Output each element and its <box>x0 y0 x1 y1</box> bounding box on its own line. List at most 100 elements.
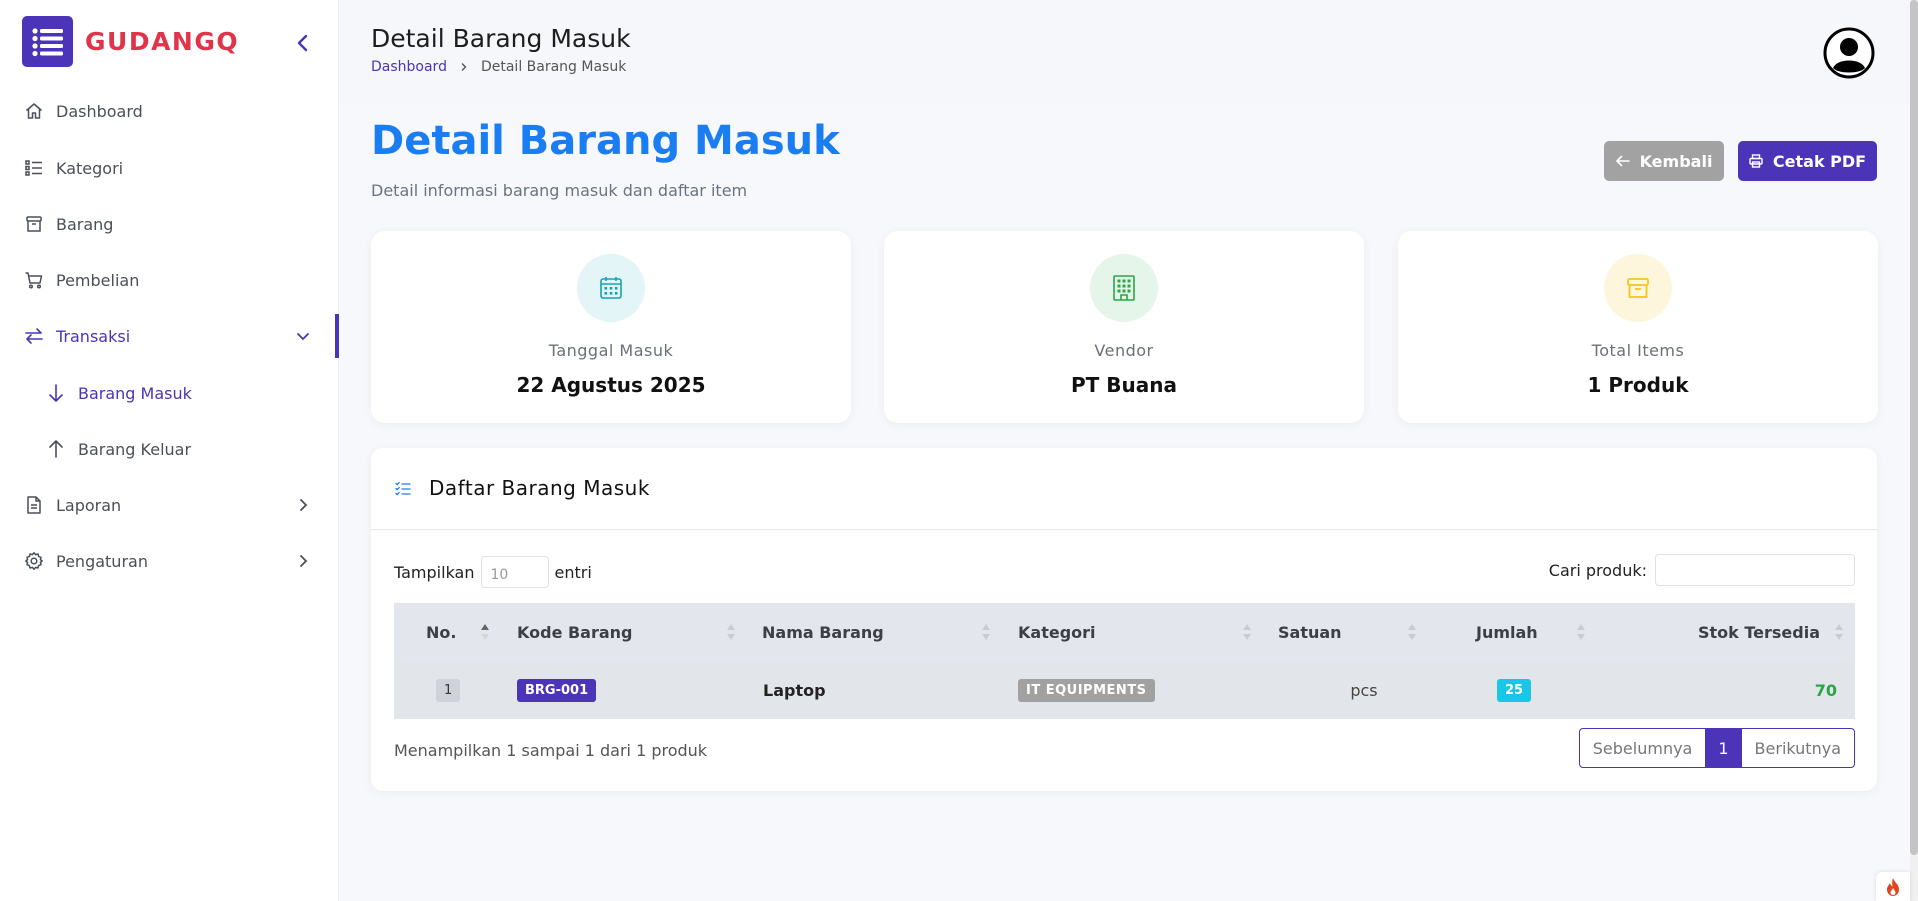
column-header-label: No. <box>426 622 457 642</box>
header-title: Detail Barang Masuk <box>371 24 631 53</box>
sidebar-item-label: Pengaturan <box>56 551 148 571</box>
length-suffix: entri <box>554 562 592 582</box>
sidebar-item-laporan[interactable]: Laporan <box>0 483 339 527</box>
sidebar-item-pengaturan[interactable]: Pengaturan <box>0 539 339 583</box>
column-header-jumlah[interactable]: Jumlah <box>1476 603 1576 661</box>
gear-icon <box>25 552 43 570</box>
exchange-icon <box>25 328 43 344</box>
sidebar-item-label: Dashboard <box>56 101 143 121</box>
sidebar-item-kategori[interactable]: Kategori <box>0 146 339 190</box>
column-header-label: Jumlah <box>1476 622 1538 642</box>
search-label: Cari produk: <box>1548 560 1647 580</box>
column-header-label: Kode Barang <box>517 622 633 642</box>
sidebar-item-label: Pembelian <box>56 270 140 290</box>
sort-icon <box>1835 624 1843 640</box>
print-pdf-button[interactable]: Cetak PDF <box>1738 141 1877 181</box>
table-row[interactable]: 1 BRG-001 Laptop IT EQUIPMENTS pcs 25 70 <box>394 661 1855 719</box>
column-header-satuan[interactable]: Satuan <box>1278 603 1428 661</box>
sidebar-subitem-barang-keluar[interactable]: Barang Keluar <box>0 427 339 471</box>
column-header-label: Nama Barang <box>762 622 884 642</box>
breadcrumb: Dashboard Detail Barang Masuk <box>371 59 626 75</box>
sidebar-subitem-barang-masuk[interactable]: Barang Masuk <box>0 371 339 415</box>
pagination-page-1[interactable]: 1 <box>1705 729 1741 767</box>
arrow-left-icon <box>1615 155 1630 167</box>
sort-icon <box>982 624 990 640</box>
items-table-panel: Daftar Barang Masuk Tampilkan 10 entri C… <box>371 448 1877 791</box>
back-button-label: Kembali <box>1639 151 1713 171</box>
sort-icon <box>727 624 735 640</box>
search-input[interactable] <box>1655 554 1855 586</box>
panel-title: Daftar Barang Masuk <box>429 476 650 500</box>
pagination-prev-button[interactable]: Sebelumnya <box>1580 729 1706 767</box>
brand-name: GUDANGQ <box>85 27 240 56</box>
column-header-label: Satuan <box>1278 622 1342 642</box>
panel-header: Daftar Barang Masuk <box>371 448 1877 530</box>
page-title: Detail Barang Masuk <box>371 118 840 164</box>
kode-badge: BRG-001 <box>517 678 597 702</box>
arrow-up-icon <box>49 440 63 458</box>
debug-toolbar-toggle[interactable] <box>1876 872 1910 901</box>
sidebar-item-label: Laporan <box>56 495 122 515</box>
page-subtitle: Detail informasi barang masuk dan daftar… <box>371 181 748 200</box>
chevron-right-icon <box>300 499 308 511</box>
sidebar-item-label: Barang <box>56 214 114 234</box>
kategori-badge: IT EQUIPMENTS <box>1018 678 1155 702</box>
jumlah-badge: 25 <box>1497 678 1532 702</box>
stat-label: Vendor <box>1094 341 1154 360</box>
checklist-icon <box>395 481 411 496</box>
cell-jumlah: 25 <box>1497 661 1532 719</box>
list-icon <box>25 160 42 176</box>
table-info: Menampilkan 1 sampai 1 dari 1 produk <box>394 741 708 760</box>
sidebar: GUDANGQ Dashboard Kategori Barang Pembel… <box>0 0 339 901</box>
pagination: Sebelumnya 1 Berikutnya <box>1578 728 1855 768</box>
back-button[interactable]: Kembali <box>1604 141 1724 181</box>
stat-value: 1 Produk <box>1587 373 1689 397</box>
column-header-nama[interactable]: Nama Barang <box>762 603 962 661</box>
printer-icon <box>1749 154 1763 168</box>
column-header-label: Kategori <box>1018 622 1096 642</box>
breadcrumb-current: Detail Barang Masuk <box>480 59 627 75</box>
pagination-next-button[interactable]: Berikutnya <box>1740 729 1854 767</box>
box-icon <box>26 216 42 232</box>
cell-stok: 70 <box>1814 680 1837 700</box>
sidebar-item-label: Barang Masuk <box>78 383 192 403</box>
product-search: Cari produk: <box>1549 554 1855 586</box>
sidebar-item-dashboard[interactable]: Dashboard <box>0 89 339 133</box>
chevron-right-icon <box>461 63 467 71</box>
entries-length-control: Tampilkan 10 entri <box>394 556 592 588</box>
column-header-kategori[interactable]: Kategori <box>1018 603 1218 661</box>
cell-kategori: IT EQUIPMENTS <box>1018 661 1155 719</box>
entries-length-select[interactable]: 10 <box>480 556 549 588</box>
sidebar-item-barang[interactable]: Barang <box>0 202 339 246</box>
sort-icon <box>1243 624 1251 640</box>
user-avatar[interactable] <box>1823 27 1875 79</box>
menu-lines-icon <box>22 16 73 67</box>
sort-icon <box>1577 624 1585 640</box>
flame-icon <box>1887 877 1899 896</box>
cell-satuan: pcs <box>1350 680 1378 700</box>
sort-asc-icon <box>481 624 489 640</box>
column-header-stok[interactable]: Stok Tersedia <box>1684 603 1820 661</box>
stat-card-tanggal: Tanggal Masuk 22 Agustus 2025 <box>371 231 851 423</box>
top-bar: Detail Barang Masuk Dashboard Detail Bar… <box>339 0 1918 104</box>
scrollbar-thumb[interactable] <box>1910 0 1918 855</box>
sidebar-item-transaksi[interactable]: Transaksi <box>0 314 339 358</box>
box-icon <box>1604 254 1672 322</box>
chevron-right-icon <box>300 555 308 567</box>
column-header-kode[interactable]: Kode Barang <box>517 603 717 661</box>
sidebar-item-label: Barang Keluar <box>78 439 192 459</box>
cell-no: 1 <box>436 661 461 719</box>
print-pdf-label: Cetak PDF <box>1772 151 1867 171</box>
home-icon <box>26 103 42 119</box>
cell-kode: BRG-001 <box>517 661 597 719</box>
brand[interactable]: GUDANGQ <box>22 16 239 67</box>
sidebar-collapse-button[interactable] <box>290 30 316 56</box>
stat-label: Tanggal Masuk <box>548 341 674 360</box>
breadcrumb-home-link[interactable]: Dashboard <box>371 59 447 75</box>
stat-value: 22 Agustus 2025 <box>516 373 706 397</box>
length-prefix: Tampilkan <box>394 562 475 582</box>
arrow-down-icon <box>49 384 63 402</box>
document-icon <box>27 496 41 514</box>
column-header-no[interactable]: No. <box>426 603 526 661</box>
sidebar-item-pembelian[interactable]: Pembelian <box>0 258 339 302</box>
